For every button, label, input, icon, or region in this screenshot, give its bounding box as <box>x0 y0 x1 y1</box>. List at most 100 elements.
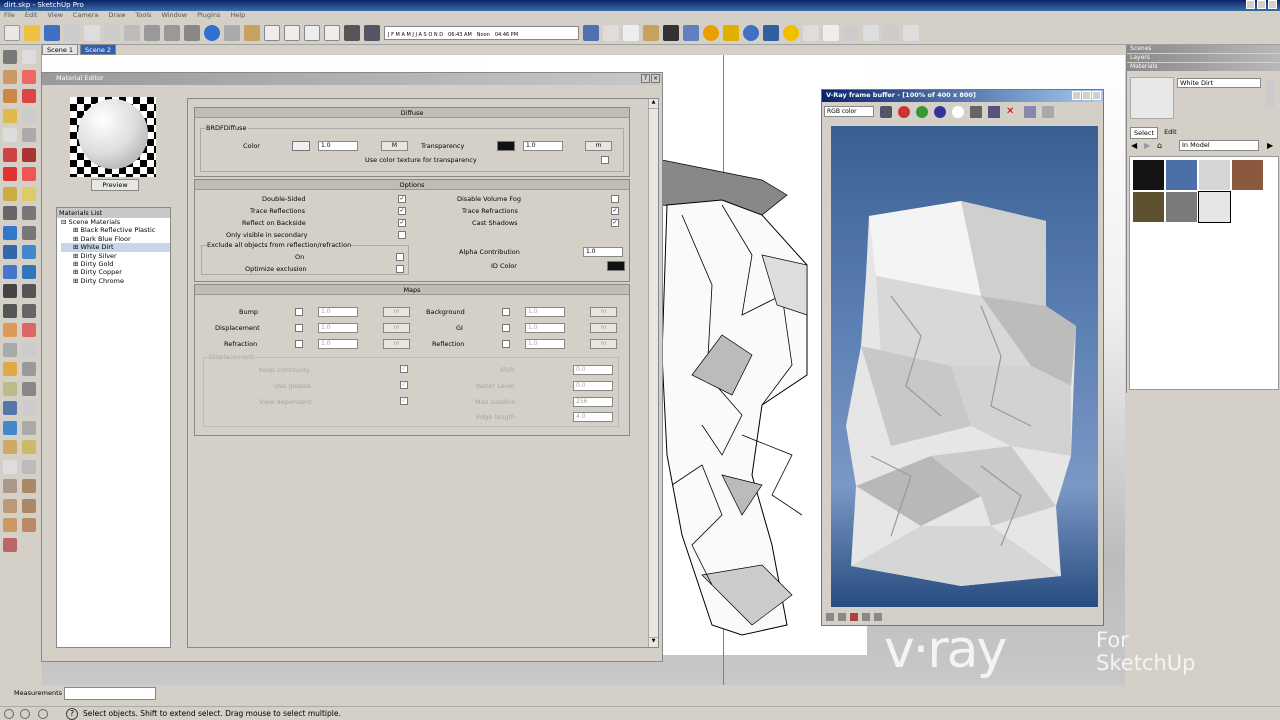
shaded-icon[interactable] <box>643 24 659 41</box>
menu-view[interactable]: View <box>47 11 62 21</box>
minimize-button[interactable] <box>1246 0 1255 9</box>
tool-icon[interactable] <box>3 186 17 201</box>
infinite-plane-icon[interactable] <box>903 24 919 41</box>
tool-icon[interactable] <box>3 108 17 123</box>
undo-icon[interactable] <box>144 24 160 41</box>
redo-icon[interactable] <box>164 24 180 41</box>
forward-arrow-icon[interactable]: ▶ <box>1144 141 1154 151</box>
color-swatch[interactable] <box>292 141 310 151</box>
tool-icon[interactable] <box>22 69 36 84</box>
menu-draw[interactable]: Draw <box>108 11 125 21</box>
vray-render-icon[interactable] <box>743 24 759 41</box>
tool-icon[interactable] <box>22 323 36 337</box>
material-name-input[interactable]: White Dirt <box>1177 78 1261 88</box>
bump-map-button[interactable]: m <box>383 307 410 317</box>
maximize-button[interactable] <box>1257 0 1266 9</box>
help-icon[interactable]: ? <box>66 708 78 720</box>
tool-icon[interactable] <box>22 420 36 435</box>
tool-icon[interactable] <box>3 147 17 162</box>
water-level-input[interactable]: 0.0 <box>573 381 613 391</box>
right-view-icon[interactable] <box>284 24 300 41</box>
render-region-icon[interactable] <box>1042 106 1054 118</box>
trace-reflections-checkbox[interactable]: ✓ <box>398 207 406 215</box>
tool-icon[interactable] <box>3 89 17 103</box>
shaded-textures-icon[interactable] <box>663 24 679 41</box>
settings-scrollbar[interactable]: ▲ ▼ <box>648 99 658 647</box>
xray-icon[interactable] <box>583 24 599 41</box>
material-item[interactable]: ⊞ White Dirt <box>61 243 170 252</box>
material-swatch[interactable] <box>1199 160 1230 190</box>
tool-icon[interactable] <box>3 420 17 435</box>
scroll-down-arrow-icon[interactable]: ▼ <box>649 637 658 647</box>
menu-camera[interactable]: Camera <box>73 11 99 21</box>
displacement-checkbox[interactable] <box>295 324 303 332</box>
tool-icon[interactable] <box>22 50 36 64</box>
material-swatch[interactable] <box>1166 160 1197 190</box>
tool-icon[interactable] <box>3 206 17 220</box>
select-tab[interactable]: Select <box>1130 127 1159 139</box>
clear-image-icon[interactable]: ✕ <box>1006 106 1018 118</box>
tool-icon[interactable] <box>3 245 17 259</box>
vfb-close-button[interactable] <box>1092 91 1101 100</box>
maps-header[interactable]: Maps <box>195 285 629 295</box>
shadow-timeline[interactable]: J F M A M J J A S O N D 06:43 AM Noon 04… <box>384 25 579 40</box>
layers-tray-header[interactable]: Layers <box>1127 54 1280 62</box>
double-sided-checkbox[interactable]: ✓ <box>398 195 406 203</box>
tool-icon[interactable] <box>22 225 36 240</box>
back-arrow-icon[interactable]: ◀ <box>1131 141 1141 151</box>
tool-icon[interactable] <box>22 440 36 454</box>
rgb-channel-icon[interactable] <box>880 106 892 118</box>
omni-light-icon[interactable] <box>783 24 799 41</box>
collection-dropdown[interactable]: In Model <box>1179 140 1259 151</box>
tool-icon[interactable] <box>3 440 17 454</box>
background-input[interactable]: 1.0 <box>525 307 565 317</box>
tool-icon[interactable] <box>3 401 17 415</box>
menu-file[interactable]: File <box>4 11 15 21</box>
menu-window[interactable]: Window <box>161 11 187 21</box>
material-side-buttons[interactable] <box>1265 80 1275 108</box>
open-folder-icon[interactable] <box>24 24 40 41</box>
hidden-line-icon[interactable] <box>623 24 639 41</box>
scene-tab-2[interactable]: Scene 2 <box>80 44 117 55</box>
vray-fb-icon[interactable] <box>763 24 779 41</box>
reflect-backside-checkbox[interactable]: ✓ <box>398 219 406 227</box>
scroll-up-arrow-icon[interactable]: ▲ <box>649 99 658 109</box>
alpha-channel-icon[interactable] <box>952 106 964 118</box>
sphere-light-icon[interactable] <box>843 24 859 41</box>
menu-tools[interactable]: Tools <box>135 11 151 21</box>
trace-refractions-checkbox[interactable]: ✓ <box>611 207 619 215</box>
sun-icon[interactable] <box>883 24 899 41</box>
scenes-tray-header[interactable]: Scenes <box>1127 45 1280 53</box>
tool-icon[interactable] <box>3 362 17 376</box>
transparency-swatch[interactable] <box>497 141 515 151</box>
tool-icon[interactable] <box>22 264 36 279</box>
details-arrow-icon[interactable]: ▶ <box>1267 141 1277 151</box>
help-button[interactable]: ? <box>641 74 650 83</box>
paste-icon[interactable] <box>104 24 120 41</box>
tool-icon[interactable] <box>3 225 17 240</box>
model-info-icon[interactable] <box>204 24 220 41</box>
wireframe-icon[interactable] <box>603 24 619 41</box>
transparency-input[interactable]: 1.0 <box>523 141 563 151</box>
gi-map-button[interactable]: m <box>590 323 617 333</box>
material-item[interactable]: ⊞ Dirty Chrome <box>61 277 170 285</box>
edit-tab[interactable]: Edit <box>1161 127 1180 139</box>
tool-icon[interactable] <box>3 479 17 493</box>
tool-icon[interactable] <box>22 186 36 201</box>
front-view-icon[interactable] <box>264 24 280 41</box>
bump-input[interactable]: 1.0 <box>318 307 358 317</box>
measurements-input[interactable] <box>64 687 156 700</box>
cast-shadows-checkbox[interactable]: ✓ <box>611 219 619 227</box>
gi-input[interactable]: 1.0 <box>525 323 565 333</box>
materials-tray-header[interactable]: Materials <box>1127 63 1280 71</box>
vfb-stamp-icon[interactable] <box>826 613 834 621</box>
new-file-icon[interactable] <box>4 24 20 41</box>
material-editor-close-button[interactable]: × <box>651 74 660 83</box>
monochrome-icon[interactable] <box>683 24 699 41</box>
diffuse-header[interactable]: Diffuse <box>195 108 629 118</box>
save-image-icon[interactable] <box>988 106 1000 118</box>
tool-icon[interactable] <box>22 147 36 162</box>
tool-icon[interactable] <box>3 381 17 396</box>
credits-icon[interactable] <box>20 709 30 719</box>
reflection-checkbox[interactable] <box>502 340 510 348</box>
